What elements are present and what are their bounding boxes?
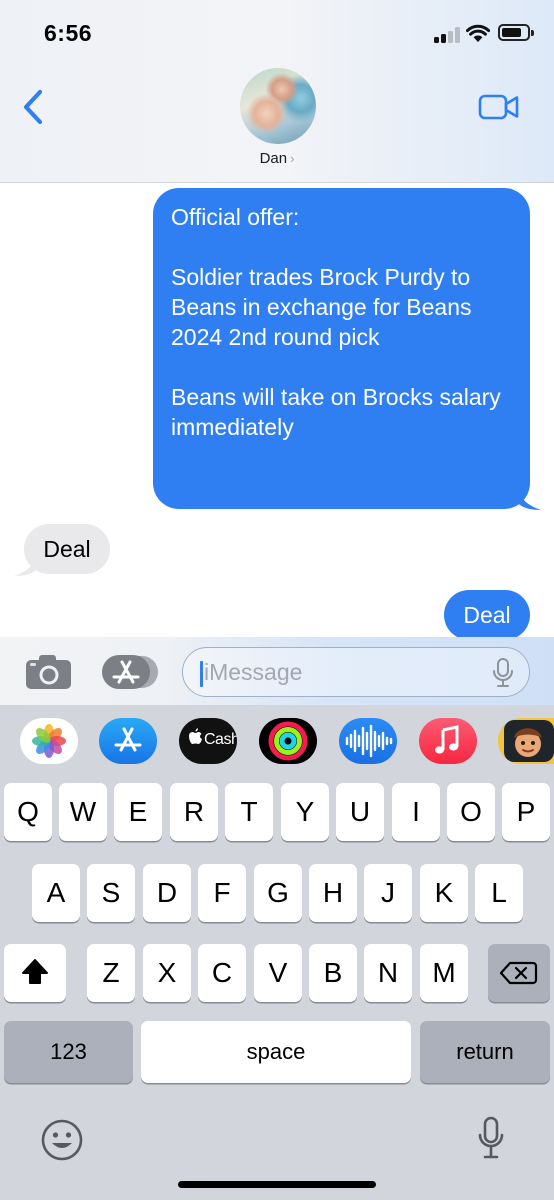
space-key[interactable]: space xyxy=(141,1021,411,1083)
key-e[interactable]: E xyxy=(114,783,162,841)
sent-message-bubble[interactable]: Deal xyxy=(444,590,530,640)
fitness-rings-icon[interactable] xyxy=(259,718,317,764)
bubble-tail xyxy=(519,490,541,510)
key-q[interactable]: Q xyxy=(4,783,52,841)
wifi-icon xyxy=(466,24,490,42)
key-y[interactable]: Y xyxy=(281,783,329,841)
cellular-signal-icon xyxy=(434,27,462,43)
key-x[interactable]: X xyxy=(143,944,191,1002)
key-w[interactable]: W xyxy=(59,783,107,841)
key-s[interactable]: S xyxy=(87,864,135,922)
key-v[interactable]: V xyxy=(254,944,302,1002)
key-i[interactable]: I xyxy=(392,783,440,841)
microphone-icon[interactable] xyxy=(478,1116,504,1162)
key-l[interactable]: L xyxy=(475,864,523,922)
app-store-icon[interactable] xyxy=(99,718,157,764)
key-f[interactable]: F xyxy=(198,864,246,922)
delete-key[interactable] xyxy=(488,944,550,1002)
key-g[interactable]: G xyxy=(254,864,302,922)
key-t[interactable]: T xyxy=(225,783,273,841)
key-p[interactable]: P xyxy=(502,783,550,841)
contact-name-label: Dan xyxy=(259,150,288,167)
status-time: 6:56 xyxy=(44,20,93,46)
key-h[interactable]: H xyxy=(309,864,357,922)
key-z[interactable]: Z xyxy=(87,944,135,1002)
message-input[interactable]: iMessage xyxy=(182,647,530,697)
audio-message-icon[interactable] xyxy=(339,718,397,764)
emoji-icon[interactable] xyxy=(40,1118,84,1162)
key-k[interactable]: K xyxy=(420,864,468,922)
key-o[interactable]: O xyxy=(447,783,495,841)
apple-cash-label: Cash xyxy=(204,731,237,748)
home-indicator xyxy=(178,1181,376,1188)
conversation-header: 6:56 Dan › xyxy=(0,0,554,183)
microphone-icon[interactable] xyxy=(492,658,514,688)
app-store-icon[interactable] xyxy=(102,655,158,689)
key-b[interactable]: B xyxy=(309,944,357,1002)
message-input-placeholder: iMessage xyxy=(204,659,303,685)
key-m[interactable]: M xyxy=(420,944,468,1002)
numbers-key[interactable]: 123 xyxy=(4,1021,133,1083)
key-a[interactable]: A xyxy=(32,864,80,922)
key-n[interactable]: N xyxy=(364,944,412,1002)
shift-key[interactable] xyxy=(4,944,66,1002)
video-camera-icon[interactable] xyxy=(478,93,520,121)
key-d[interactable]: D xyxy=(143,864,191,922)
return-key[interactable]: return xyxy=(420,1021,550,1083)
bubble-tail xyxy=(14,556,36,576)
text-cursor xyxy=(200,661,203,687)
received-message-bubble[interactable]: Deal xyxy=(24,524,110,574)
key-r[interactable]: R xyxy=(170,783,218,841)
memoji-icon[interactable] xyxy=(498,718,554,764)
photos-icon[interactable] xyxy=(20,718,78,764)
key-c[interactable]: C xyxy=(198,944,246,1002)
battery-icon xyxy=(498,24,534,41)
camera-icon[interactable] xyxy=(25,654,72,690)
delete-icon xyxy=(499,961,538,985)
contact-name[interactable]: Dan › xyxy=(0,150,554,167)
contact-avatar[interactable] xyxy=(240,68,316,144)
sent-message-bubble[interactable]: Official offer: Soldier trades Brock Pur… xyxy=(153,188,530,509)
back-chevron-icon[interactable] xyxy=(20,88,48,126)
key-u[interactable]: U xyxy=(336,783,384,841)
shift-icon xyxy=(22,959,48,984)
key-j[interactable]: J xyxy=(364,864,412,922)
apple-cash-icon[interactable]: Cash xyxy=(179,718,237,764)
music-icon[interactable] xyxy=(419,718,477,764)
chevron-right-icon: › xyxy=(290,151,295,166)
